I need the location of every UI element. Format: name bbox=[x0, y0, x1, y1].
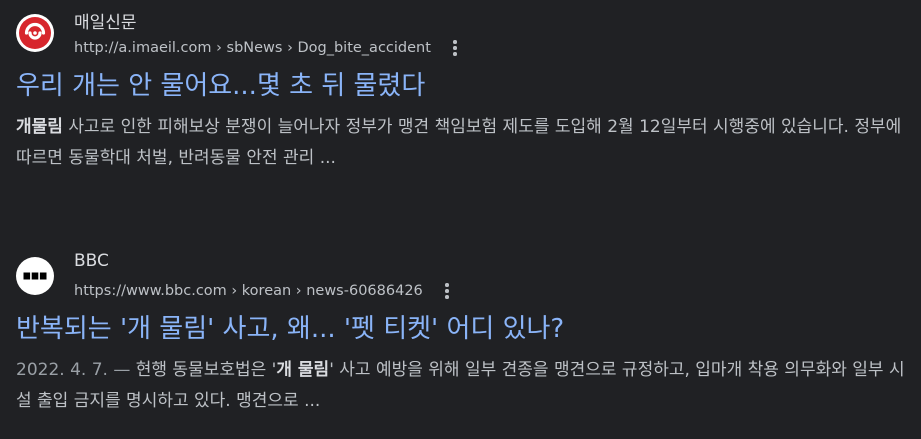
search-result: 매일신문 http://a.imaeil.com › sbNews › Dog_… bbox=[16, 6, 906, 174]
more-options-icon[interactable] bbox=[437, 280, 457, 302]
result-title-link[interactable]: 반복되는 '개 물림' 사고, 왜... '펫 티켓' 어디 있나? bbox=[16, 312, 906, 346]
result-title-link[interactable]: 우리 개는 안 물어요...몇 초 뒤 물렸다 bbox=[16, 69, 906, 103]
imaeil-logo-icon[interactable] bbox=[16, 14, 54, 52]
site-url[interactable]: https://www.bbc.com › korean › news-6068… bbox=[74, 283, 423, 299]
snippet-date: 2022. 4. 7. — bbox=[16, 360, 136, 380]
bbc-logo-icon[interactable] bbox=[16, 257, 54, 295]
result-snippet: 개물림 사고로 인한 피해보상 분쟁이 늘어나자 정부가 맹견 책임보험 제도를… bbox=[16, 112, 906, 174]
result-source: 매일신문 http://a.imaeil.com › sbNews › Dog_… bbox=[16, 6, 906, 62]
site-url-row: https://www.bbc.com › korean › news-6068… bbox=[74, 280, 457, 302]
more-options-icon[interactable] bbox=[445, 37, 465, 59]
snippet-text: 사고로 인한 피해보상 분쟁이 늘어나자 정부가 맹견 책임보험 제도를 도입해… bbox=[16, 117, 902, 168]
result-source: BBC https://www.bbc.com › korean › news-… bbox=[16, 249, 906, 305]
site-url[interactable]: http://a.imaeil.com › sbNews › Dog_bite_… bbox=[74, 40, 431, 56]
site-name[interactable]: 매일신문 bbox=[74, 8, 137, 33]
site-name[interactable]: BBC bbox=[74, 251, 109, 271]
snippet-text-before: 현행 동물보호법은 ' bbox=[135, 360, 277, 380]
snippet-highlight: 개 물림 bbox=[276, 360, 330, 380]
snippet-highlight: 개물림 bbox=[16, 117, 63, 137]
result-snippet: 2022. 4. 7. — 현행 동물보호법은 '개 물림' 사고 예방을 위해… bbox=[16, 355, 906, 417]
site-url-row: http://a.imaeil.com › sbNews › Dog_bite_… bbox=[74, 37, 465, 59]
search-result: BBC https://www.bbc.com › korean › news-… bbox=[16, 249, 906, 417]
